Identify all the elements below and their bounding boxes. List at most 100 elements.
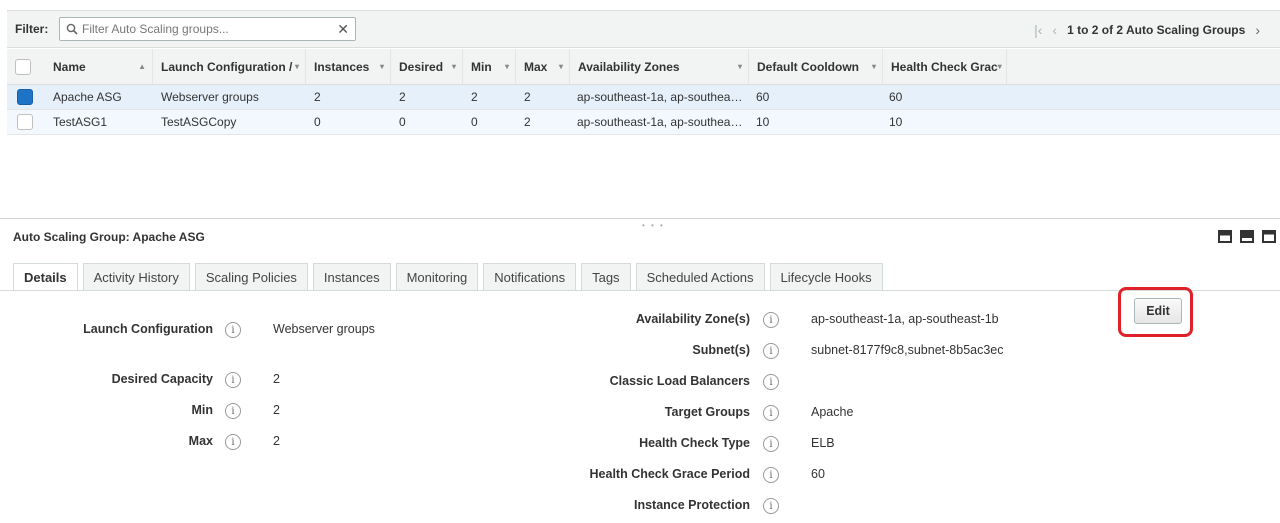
- target-groups-label: Target Groups: [664, 405, 750, 419]
- cell-max: 2: [524, 115, 531, 129]
- launch-config-value: Webserver groups: [273, 322, 375, 336]
- filter-label: Filter:: [15, 22, 49, 36]
- row-checkbox[interactable]: [17, 89, 33, 105]
- desired-capacity-label: Desired Capacity: [111, 372, 213, 386]
- col-header-max[interactable]: Max ▾: [516, 49, 570, 84]
- health-check-type-label: Health Check Type: [639, 436, 750, 450]
- row-checkbox-cell: [17, 89, 33, 105]
- cell-launch-config: TestASGCopy: [161, 115, 237, 129]
- pagination: |‹ ‹ 1 to 2 of 2 Auto Scaling Groups ›: [1034, 22, 1260, 38]
- table-row[interactable]: Apache ASG Webserver groups 2 2 2 2 ap-s…: [7, 85, 1280, 110]
- tab-scheduled-actions[interactable]: Scheduled Actions: [635, 263, 765, 290]
- cell-desired: 0: [399, 115, 406, 129]
- prev-page-icon[interactable]: ‹: [1052, 22, 1057, 38]
- tab-tags[interactable]: Tags: [581, 263, 631, 290]
- cell-default-cooldown: 60: [756, 90, 770, 104]
- row-checkbox[interactable]: [17, 114, 33, 130]
- info-icon[interactable]: i: [763, 498, 779, 514]
- instance-protection-label: Instance Protection: [634, 498, 750, 512]
- cell-max: 2: [524, 90, 531, 104]
- tab-scaling-policies[interactable]: Scaling Policies: [194, 263, 308, 290]
- info-icon[interactable]: i: [763, 312, 779, 328]
- row-checkbox-cell: [17, 114, 33, 130]
- tab-monitoring[interactable]: Monitoring: [395, 263, 479, 290]
- chevron-down-icon: ▾: [451, 62, 456, 71]
- filter-search-box[interactable]: ✕: [59, 17, 356, 41]
- col-header-label: Desired: [399, 59, 444, 74]
- chevron-down-icon: ▾: [294, 62, 299, 71]
- col-header-label: Min: [471, 59, 492, 74]
- col-header-availability-zones[interactable]: Availability Zones ▾: [570, 49, 749, 84]
- health-check-grace-period-value: 60: [811, 467, 825, 481]
- info-icon[interactable]: i: [225, 372, 241, 388]
- col-header-label: Name: [53, 59, 86, 74]
- col-header-label: Default Cooldown: [757, 59, 859, 74]
- detail-tabs: Details Activity History Scaling Policie…: [13, 263, 883, 291]
- col-header-label: Max: [524, 59, 548, 74]
- cell-default-cooldown: 10: [756, 115, 770, 129]
- info-icon[interactable]: i: [225, 322, 241, 338]
- tab-divider: [0, 290, 1280, 291]
- desired-capacity-value: 2: [273, 372, 280, 386]
- select-all-cell: [7, 49, 45, 84]
- health-check-type-value: ELB: [811, 436, 835, 450]
- layout-bottom-icon[interactable]: [1262, 230, 1276, 243]
- target-groups-value: Apache: [811, 405, 854, 419]
- chevron-down-icon: ▾: [558, 62, 563, 71]
- edit-button[interactable]: Edit: [1134, 298, 1182, 324]
- table-row[interactable]: TestASG1 TestASGCopy 0 0 0 2 ap-southeas…: [7, 110, 1280, 135]
- select-all-checkbox[interactable]: [15, 58, 31, 75]
- table-header: Name ▲ Launch Configuration / ▾ Instance…: [7, 49, 1280, 85]
- cell-instances: 2: [314, 90, 321, 104]
- cell-availability-zones: ap-southeast-1a, ap-southea…: [577, 115, 743, 129]
- info-icon[interactable]: i: [763, 374, 779, 390]
- tab-lifecycle-hooks[interactable]: Lifecycle Hooks: [769, 263, 883, 290]
- next-page-icon[interactable]: ›: [1255, 22, 1260, 38]
- max-value: 2: [273, 434, 280, 448]
- tab-activity-history[interactable]: Activity History: [82, 263, 190, 290]
- tab-instances[interactable]: Instances: [312, 263, 391, 290]
- chevron-down-icon: ▾: [997, 62, 1002, 71]
- info-icon[interactable]: i: [763, 467, 779, 483]
- availability-zones-label: Availability Zone(s): [635, 312, 750, 326]
- cell-instances: 0: [314, 115, 321, 129]
- col-header-launch-config[interactable]: Launch Configuration / ▾: [153, 49, 306, 84]
- col-header-min[interactable]: Min ▾: [463, 49, 516, 84]
- col-header-name[interactable]: Name ▲: [45, 49, 153, 84]
- tab-details[interactable]: Details: [13, 263, 78, 291]
- tab-notifications[interactable]: Notifications: [483, 263, 577, 290]
- col-header-label: Launch Configuration /: [161, 59, 293, 74]
- col-header-desired[interactable]: Desired ▾: [391, 49, 463, 84]
- col-header-default-cooldown[interactable]: Default Cooldown ▾: [749, 49, 883, 84]
- chevron-down-icon: ▾: [737, 62, 742, 71]
- pagination-text: 1 to 2 of 2 Auto Scaling Groups: [1067, 23, 1246, 37]
- layout-split-icon[interactable]: [1218, 230, 1232, 243]
- col-header-health-check-grace[interactable]: Health Check Grac ▾: [883, 49, 1007, 84]
- pane-splitter[interactable]: [0, 218, 1280, 219]
- chevron-down-icon: ▾: [504, 62, 509, 71]
- first-page-icon[interactable]: |‹: [1034, 22, 1042, 38]
- col-header-instances[interactable]: Instances ▾: [306, 49, 391, 84]
- classic-load-balancers-label: Classic Load Balancers: [609, 374, 750, 388]
- min-value: 2: [273, 403, 280, 417]
- col-header-label: Instances: [314, 59, 370, 74]
- cell-min: 0: [471, 115, 478, 129]
- subnets-label: Subnet(s): [692, 343, 750, 357]
- detail-title: Auto Scaling Group: Apache ASG: [13, 230, 205, 244]
- availability-zones-value: ap-southeast-1a, ap-southeast-1b: [811, 312, 999, 326]
- layout-top-icon[interactable]: [1240, 230, 1254, 243]
- info-icon[interactable]: i: [225, 403, 241, 419]
- info-icon[interactable]: i: [763, 436, 779, 452]
- sort-asc-icon: ▲: [138, 62, 146, 71]
- clear-filter-icon[interactable]: ✕: [337, 21, 349, 38]
- splitter-grip-icon[interactable]: • • •: [642, 221, 665, 230]
- info-icon[interactable]: i: [225, 434, 241, 450]
- info-icon[interactable]: i: [763, 343, 779, 359]
- cell-health-check-grace: 10: [889, 115, 903, 129]
- asg-table: Name ▲ Launch Configuration / ▾ Instance…: [7, 49, 1280, 135]
- search-icon: [66, 23, 78, 35]
- info-icon[interactable]: i: [763, 405, 779, 421]
- cell-min: 2: [471, 90, 478, 104]
- min-label: Min: [191, 403, 213, 417]
- filter-input[interactable]: [82, 21, 332, 37]
